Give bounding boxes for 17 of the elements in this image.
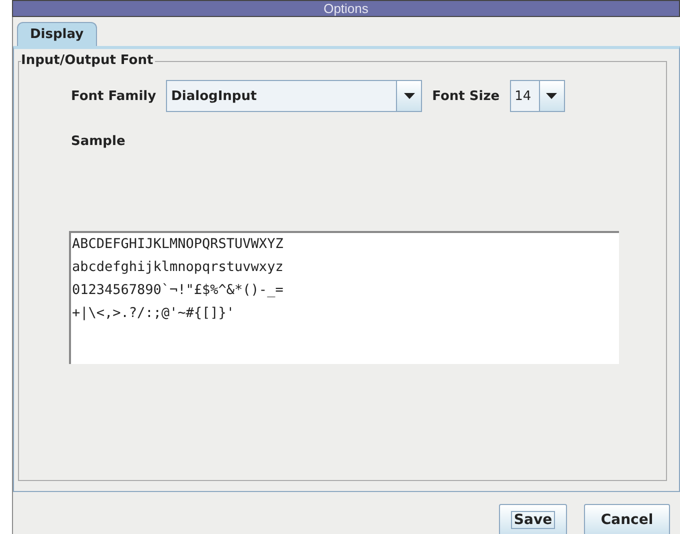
sample-text-line: ABCDEFGHIJKLMNOPQRSTUVWXYZ bbox=[72, 235, 284, 254]
sample-text-line: 01234567890`¬!"£$%^&*()-_= bbox=[72, 281, 284, 300]
group-title: Input/Output Font bbox=[21, 53, 156, 68]
sample-text-line: +|\<,>.?/:;@'~#{[]}' bbox=[72, 304, 236, 323]
font-size-dropdown[interactable]: 14 bbox=[510, 80, 565, 112]
sample-label: Sample bbox=[71, 134, 126, 149]
caret-icon bbox=[546, 93, 558, 99]
dialog-button[interactable]: Save bbox=[499, 504, 567, 534]
font-family-label: Font Family bbox=[71, 88, 156, 104]
sample-text-area[interactable]: ABCDEFGHIJKLMNOPQRSTUVWXYZ abcdefghijklmnopqrstuvwxyz 01234567890`¬!"£$%^&*()-_= +|\<,>.?/:;@'~#{[]}' bbox=[69, 231, 619, 364]
tab[interactable]: Display bbox=[17, 22, 97, 46]
caret-icon bbox=[404, 93, 415, 99]
sample-text-line: abcdefghijklmnopqrstuvwxyz bbox=[72, 258, 284, 277]
dialog-button[interactable]: Cancel bbox=[584, 504, 670, 534]
window-title: Options bbox=[324, 1, 368, 16]
font-family-dropdown[interactable]: DialogInput bbox=[166, 80, 422, 112]
font-size-label: Font Size bbox=[432, 88, 500, 104]
